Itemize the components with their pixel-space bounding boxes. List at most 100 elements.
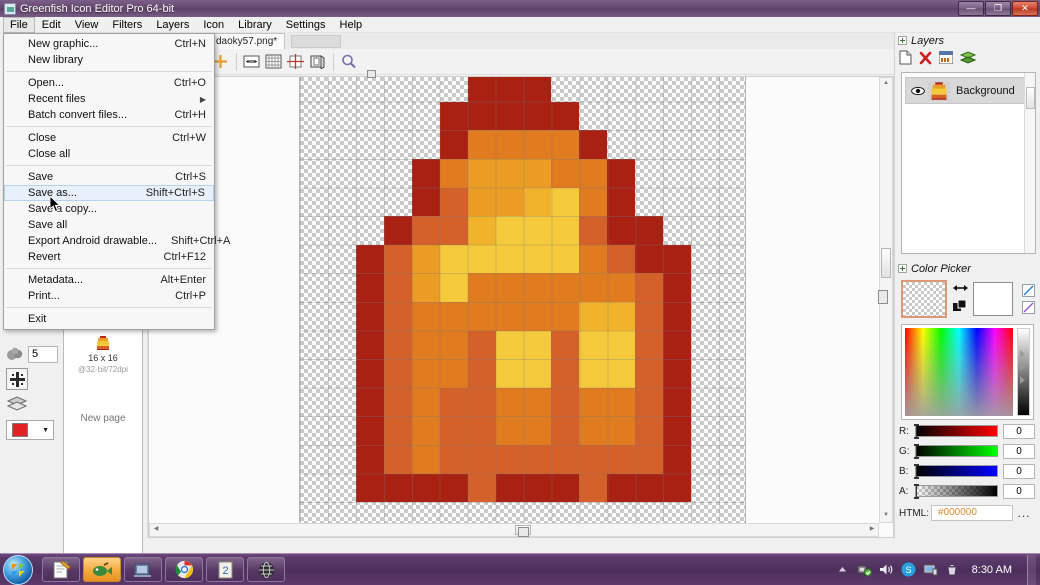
pixel-cell[interactable]: [356, 216, 384, 245]
channel-slider-a[interactable]: [914, 484, 998, 499]
pixel-cell[interactable]: [635, 102, 663, 131]
pixel-cell[interactable]: [523, 302, 552, 331]
selection-handle-bottom[interactable]: [518, 527, 529, 537]
pixel-cell[interactable]: [467, 216, 496, 245]
pixel-cell[interactable]: [467, 416, 496, 446]
pixel-cell[interactable]: [607, 187, 636, 217]
pixel-cell[interactable]: [579, 445, 608, 474]
file-menu-item-open[interactable]: Open... Ctrl+O: [4, 75, 214, 91]
pixel-cell[interactable]: [467, 130, 496, 159]
pixel-cell[interactable]: [356, 77, 384, 102]
pixel-cell[interactable]: [607, 416, 636, 446]
pixel-cell[interactable]: [579, 187, 608, 217]
channel-value-g[interactable]: 0: [1003, 443, 1035, 459]
pixel-cell[interactable]: [300, 417, 328, 446]
file-menu-item-revert[interactable]: Revert Ctrl+F12: [4, 249, 214, 265]
pixel-cell[interactable]: [719, 388, 747, 417]
foreground-color-swatch[interactable]: [901, 280, 947, 318]
pixel-cell[interactable]: [551, 502, 579, 523]
pixel-cell[interactable]: [495, 187, 524, 217]
pixel-cell[interactable]: [384, 102, 412, 131]
pixel-cell[interactable]: [328, 159, 356, 188]
pixel-cell[interactable]: [691, 359, 719, 388]
pixel-cell[interactable]: [579, 302, 608, 331]
pixel-cell[interactable]: [300, 359, 328, 388]
pixel-cell[interactable]: [691, 445, 719, 474]
pixel-cell[interactable]: [691, 302, 719, 331]
pixel-cell[interactable]: [579, 359, 608, 388]
pixel-cell[interactable]: [328, 331, 356, 360]
frame-icon[interactable]: [307, 52, 328, 72]
pixel-cell[interactable]: [691, 245, 719, 274]
pixel-cell[interactable]: [328, 359, 356, 388]
document-tab[interactable]: daoky57.png*: [208, 33, 286, 49]
pixel-cell[interactable]: [663, 359, 692, 388]
pixel-cell[interactable]: [551, 330, 580, 360]
layers-list[interactable]: Background: [901, 72, 1036, 254]
pixel-cell[interactable]: [719, 331, 747, 360]
pixel-cell[interactable]: [635, 302, 664, 331]
pixel-cell[interactable]: [579, 102, 607, 131]
pixel-cell[interactable]: [495, 387, 524, 417]
pixel-cell[interactable]: [663, 387, 692, 417]
pixel-cell[interactable]: [439, 187, 468, 217]
pixel-cell[interactable]: [300, 445, 328, 474]
pixel-cell[interactable]: [523, 359, 552, 388]
pixel-cell[interactable]: [523, 77, 552, 102]
pixel-cell[interactable]: [635, 387, 664, 417]
pixel-cell[interactable]: [439, 359, 468, 388]
file-menu-item-close[interactable]: Close Ctrl+W: [4, 130, 214, 146]
pixel-cell[interactable]: [495, 302, 524, 331]
pixel-cell[interactable]: [412, 130, 440, 159]
pixel-cell[interactable]: [719, 130, 747, 159]
pattern-mode-icon[interactable]: [1022, 301, 1035, 314]
pixel-cell[interactable]: [495, 416, 524, 446]
pixel-cell[interactable]: [635, 188, 663, 217]
pixel-cell[interactable]: [495, 445, 524, 474]
pixel-cell[interactable]: [607, 216, 636, 245]
scroll-left-arrow[interactable]: ◀: [150, 524, 162, 536]
pixel-cell[interactable]: [439, 273, 468, 302]
volume-icon[interactable]: [879, 562, 894, 577]
channel-value-r[interactable]: 0: [1003, 423, 1035, 439]
pixel-cell[interactable]: [383, 302, 412, 331]
color-select-dropdown[interactable]: ▼: [6, 420, 54, 440]
page-list-panel[interactable]: 16 x 16 @32-bit/72dpi New page ▼: [63, 326, 143, 570]
pixel-cell[interactable]: [551, 187, 580, 217]
channel-slider-g[interactable]: [914, 444, 998, 459]
channel-slider-r[interactable]: [914, 424, 998, 439]
file-menu-item-export-android-drawable[interactable]: Export Android drawable... Shift+Ctrl+A: [4, 233, 230, 249]
pixel-cell[interactable]: [551, 77, 579, 102]
file-menu-item-exit[interactable]: Exit: [4, 311, 214, 327]
pixel-cell[interactable]: [663, 473, 692, 503]
pixel-cell[interactable]: [328, 302, 356, 331]
file-menu-item-close-all[interactable]: Close all: [4, 146, 214, 162]
menu-filters[interactable]: Filters: [105, 17, 149, 33]
pixel-cell[interactable]: [384, 188, 412, 217]
pixel-cell[interactable]: [691, 77, 719, 102]
pixel-cell[interactable]: [523, 416, 552, 446]
reset-colors-icon[interactable]: [953, 299, 967, 315]
pixel-cell[interactable]: [300, 502, 328, 523]
pixel-cell[interactable]: [355, 473, 384, 503]
pixel-cell[interactable]: [411, 473, 440, 503]
pixel-cell[interactable]: [691, 474, 719, 503]
pixel-cell[interactable]: [551, 473, 580, 503]
pixel-cell[interactable]: [607, 502, 635, 523]
pixel-cell[interactable]: [355, 330, 384, 360]
pixel-cell[interactable]: [328, 245, 356, 274]
pixel-cell[interactable]: [300, 474, 328, 503]
pixel-cell[interactable]: [495, 77, 524, 102]
pixel-cell[interactable]: [551, 244, 580, 274]
layers-panel-header[interactable]: Layers: [895, 33, 1040, 48]
pixel-cell[interactable]: [467, 359, 496, 388]
pixel-cell[interactable]: [663, 273, 692, 302]
pixel-cell[interactable]: [663, 445, 692, 474]
pixel-cell[interactable]: [551, 387, 580, 417]
menu-icon[interactable]: Icon: [196, 17, 231, 33]
canvas-area[interactable]: ▲ ▼ ◀ ▶: [148, 76, 894, 538]
pixel-cell[interactable]: [635, 445, 664, 474]
pixel-cell[interactable]: [328, 130, 356, 159]
pixel-cell[interactable]: [663, 77, 691, 102]
layers-stack-icon[interactable]: [6, 394, 28, 414]
